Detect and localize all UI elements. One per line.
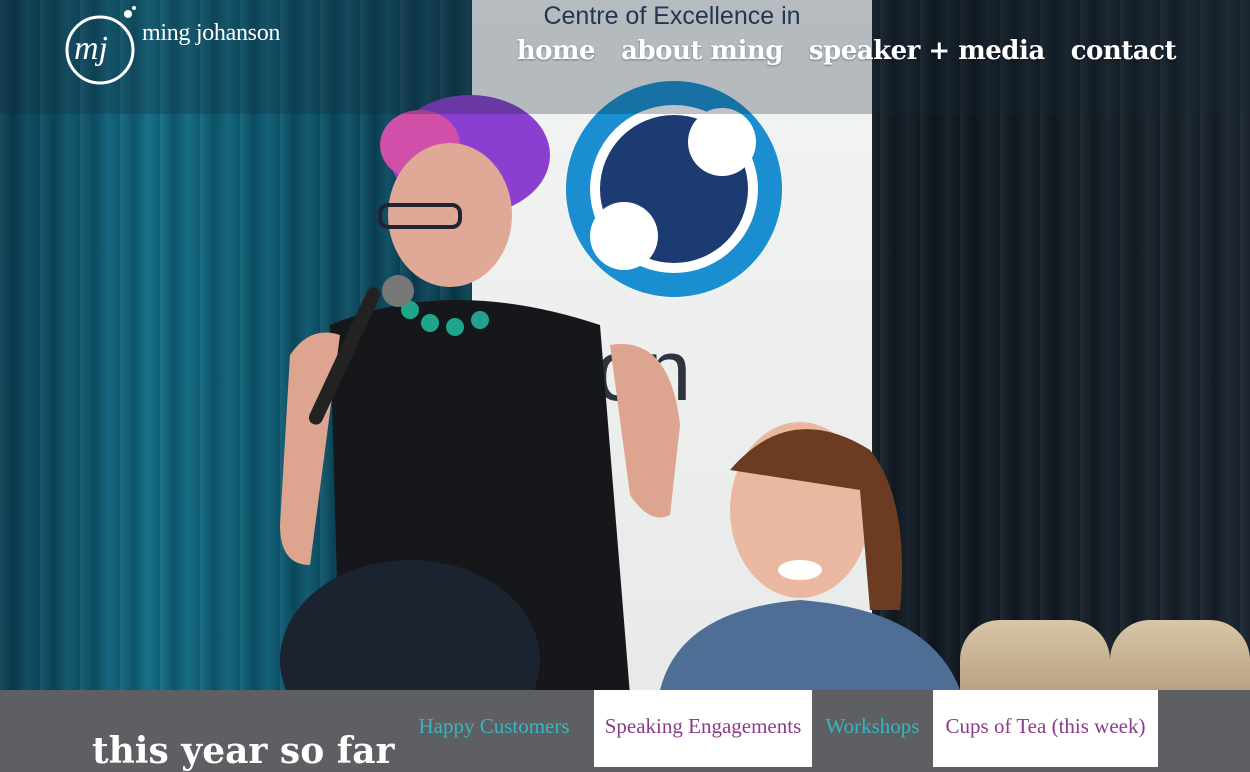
nav-speaker-media[interactable]: speaker + media (809, 36, 1045, 66)
stat-cups-of-tea: Cups of Tea (this week) (933, 690, 1158, 767)
stat-workshops: Workshops (825, 714, 920, 738)
hero-image: Centre of Excellence in riton (0, 0, 1250, 690)
nav-contact[interactable]: contact (1071, 36, 1177, 66)
mj-logo-icon: mj (65, 6, 136, 85)
site-logo[interactable]: mj ming johanson (60, 0, 300, 95)
logo-mark-text: mj (74, 30, 108, 67)
stat-happy-customers: Happy Customers (418, 714, 570, 738)
audience-figure (660, 422, 960, 690)
stat-speaking-engagements: Speaking Engagements (594, 690, 812, 767)
main-nav: home about ming speaker + media contact (517, 36, 1177, 66)
chair (960, 620, 1110, 690)
stats-section: this year so far Happy Customers Speakin… (0, 690, 1250, 772)
nav-about-ming[interactable]: about ming (621, 36, 783, 66)
nav-home[interactable]: home (517, 36, 596, 66)
stats-heading: this year so far (92, 730, 395, 772)
chair (1110, 620, 1250, 690)
logo-name: ming johanson (142, 20, 281, 46)
